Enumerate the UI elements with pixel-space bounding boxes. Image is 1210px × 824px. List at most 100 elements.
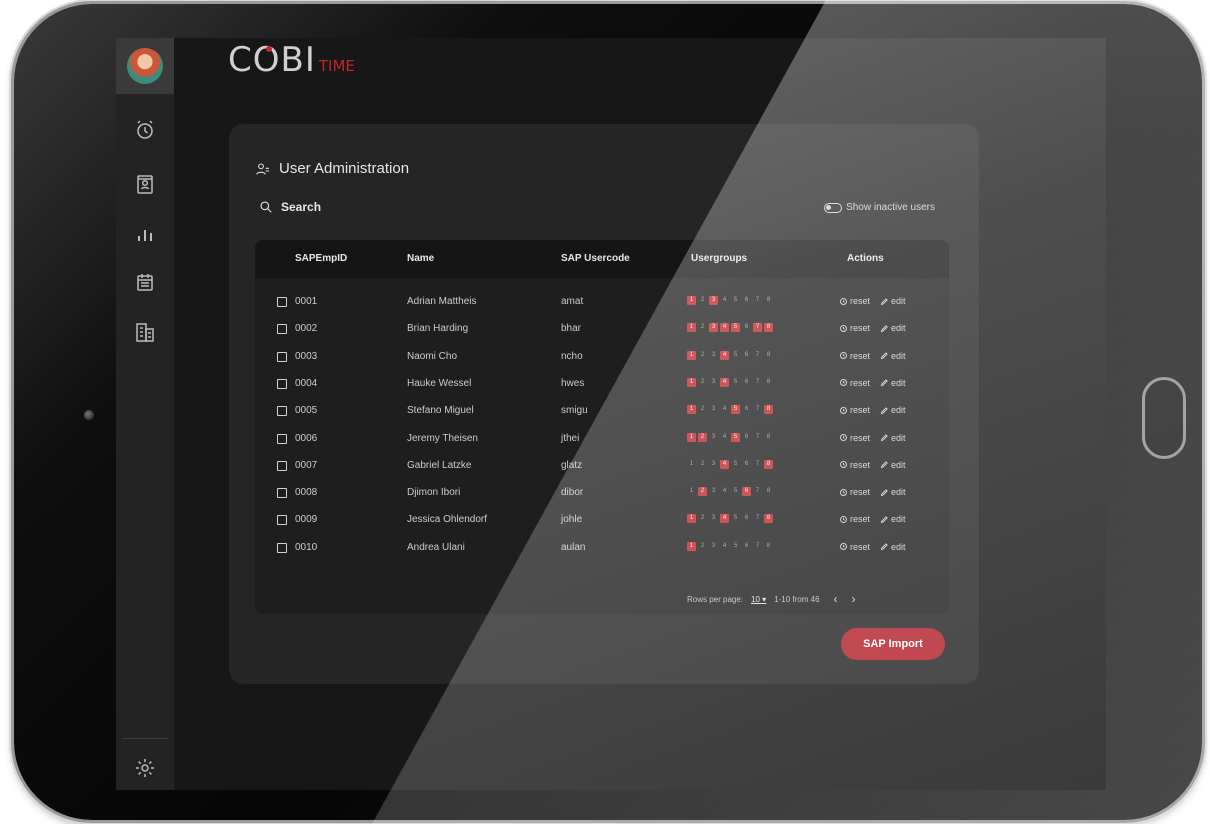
reset-button[interactable]: reset (839, 460, 870, 470)
usergroup-chip[interactable]: 7 (753, 487, 762, 496)
reset-button[interactable]: reset (839, 378, 870, 388)
usergroup-chip[interactable]: 3 (709, 514, 718, 523)
sap-import-button[interactable]: SAP Import (841, 628, 945, 660)
usergroup-chip[interactable]: 8 (764, 514, 773, 524)
reset-button[interactable]: reset (839, 542, 870, 552)
row-checkbox[interactable] (277, 324, 287, 335)
row-checkbox[interactable] (277, 542, 287, 553)
next-page-icon[interactable]: › (852, 592, 856, 606)
usergroup-chip[interactable]: 1 (687, 323, 696, 333)
edit-button[interactable]: edit (880, 351, 906, 361)
edit-button[interactable]: edit (880, 460, 906, 470)
usergroup-chip[interactable]: 8 (764, 433, 773, 442)
edit-button[interactable]: edit (880, 514, 906, 524)
gear-icon[interactable] (133, 756, 157, 780)
usergroup-chip[interactable]: 5 (731, 432, 740, 442)
usergroup-chip[interactable]: 4 (720, 350, 729, 360)
usergroup-chip[interactable]: 3 (709, 351, 718, 360)
usergroup-chip[interactable]: 6 (742, 405, 751, 414)
edit-button[interactable]: edit (880, 378, 906, 388)
usergroup-chip[interactable]: 5 (731, 378, 740, 387)
usergroup-chip[interactable]: 1 (687, 350, 696, 360)
calendar-icon[interactable] (133, 270, 157, 294)
table-row[interactable]: 0009 Jessica Ohlendorf johle 1 2 3 4 5 6 7 8 reset e… (255, 508, 949, 535)
usergroup-chip[interactable]: 8 (764, 542, 773, 551)
usergroup-chip[interactable]: 6 (742, 323, 751, 332)
table-row[interactable]: 0008 Djimon Ibori dibor 1 2 3 4 5 6 7 8 reset edit (255, 481, 949, 508)
chart-icon[interactable] (133, 222, 157, 246)
usergroup-chip[interactable]: 2 (698, 296, 707, 305)
usergroup-chip[interactable]: 6 (742, 542, 751, 551)
edit-button[interactable]: edit (880, 296, 906, 306)
usergroup-chip[interactable]: 1 (687, 487, 696, 496)
usergroup-chip[interactable]: 4 (720, 296, 729, 305)
usergroup-chip[interactable]: 2 (698, 351, 707, 360)
reset-button[interactable]: reset (839, 487, 870, 497)
row-checkbox[interactable] (277, 515, 287, 526)
usergroup-chip[interactable]: 7 (753, 514, 762, 523)
table-row[interactable]: 0006 Jeremy Theisen jthei 1 2 3 4 5 6 7 8 reset edit (255, 427, 949, 454)
table-row[interactable]: 0010 Andrea Ulani aulan 1 2 3 4 5 6 7 8 reset edit (255, 536, 949, 563)
edit-button[interactable]: edit (880, 323, 906, 333)
reset-button[interactable]: reset (839, 351, 870, 361)
usergroup-chip[interactable]: 5 (731, 514, 740, 523)
row-checkbox[interactable] (277, 351, 287, 362)
usergroup-chip[interactable]: 4 (720, 514, 729, 524)
usergroup-chip[interactable]: 2 (698, 323, 707, 332)
usergroup-chip[interactable]: 4 (720, 433, 729, 442)
usergroup-chip[interactable]: 3 (709, 323, 718, 333)
usergroup-chip[interactable]: 8 (764, 487, 773, 496)
reset-button[interactable]: reset (839, 433, 870, 443)
usergroup-chip[interactable]: 8 (764, 323, 773, 333)
usergroup-chip[interactable]: 4 (720, 323, 729, 333)
col-usercode[interactable]: SAP Usercode (561, 253, 630, 264)
edit-button[interactable]: edit (880, 433, 906, 443)
usergroup-chip[interactable]: 3 (709, 487, 718, 496)
table-row[interactable]: 0002 Brian Harding bhar 1 2 3 4 5 6 7 8 reset edit (255, 317, 949, 344)
usergroup-chip[interactable]: 3 (709, 296, 718, 305)
table-row[interactable]: 0007 Gabriel Latzke glatz 1 2 3 4 5 6 7 8 reset edit (255, 454, 949, 481)
home-button[interactable] (1142, 377, 1186, 459)
usergroup-chip[interactable]: 2 (698, 514, 707, 523)
edit-button[interactable]: edit (880, 487, 906, 497)
usergroup-chip[interactable]: 7 (753, 323, 762, 333)
usergroup-chip[interactable]: 6 (742, 351, 751, 360)
usergroup-chip[interactable]: 1 (687, 541, 696, 551)
usergroup-chip[interactable]: 2 (698, 432, 707, 442)
usergroup-chip[interactable]: 2 (698, 405, 707, 414)
usergroup-chip[interactable]: 7 (753, 460, 762, 469)
col-usergroups[interactable]: Usergroups (691, 253, 747, 264)
edit-button[interactable]: edit (880, 542, 906, 552)
usergroup-chip[interactable]: 5 (731, 323, 740, 333)
table-row[interactable]: 0005 Stefano Miguel smigu 1 2 3 4 5 6 7 8 reset edit (255, 399, 949, 426)
show-inactive-toggle[interactable]: Show inactive users (824, 202, 935, 213)
usergroup-chip[interactable]: 3 (709, 378, 718, 387)
usergroup-chip[interactable]: 5 (731, 296, 740, 305)
reset-button[interactable]: reset (839, 514, 870, 524)
usergroup-chip[interactable]: 2 (698, 378, 707, 387)
usergroup-chip[interactable]: 8 (764, 378, 773, 387)
toggle-icon[interactable] (824, 202, 843, 213)
usergroup-chip[interactable]: 8 (764, 296, 773, 305)
badge-icon[interactable] (133, 172, 157, 196)
usergroup-chip[interactable]: 1 (687, 377, 696, 387)
edit-button[interactable]: edit (880, 405, 906, 415)
usergroup-chip[interactable]: 3 (709, 405, 718, 414)
usergroup-chip[interactable]: 4 (720, 377, 729, 387)
usergroup-chip[interactable]: 8 (764, 459, 773, 469)
avatar[interactable] (127, 48, 163, 84)
usergroup-chip[interactable]: 7 (753, 296, 762, 305)
usergroup-chip[interactable]: 6 (742, 296, 751, 305)
usergroup-chip[interactable]: 5 (731, 487, 740, 496)
row-checkbox[interactable] (277, 433, 287, 444)
usergroup-chip[interactable]: 3 (709, 433, 718, 442)
usergroup-chip[interactable]: 4 (720, 487, 729, 496)
usergroup-chip[interactable]: 7 (753, 351, 762, 360)
usergroup-chip[interactable]: 1 (687, 514, 696, 524)
usergroup-chip[interactable]: 3 (709, 542, 718, 551)
row-checkbox[interactable] (277, 297, 287, 307)
usergroup-chip[interactable]: 1 (687, 432, 696, 442)
building-icon[interactable] (133, 320, 157, 344)
reset-button[interactable]: reset (839, 405, 870, 415)
usergroup-chip[interactable]: 6 (742, 460, 751, 469)
